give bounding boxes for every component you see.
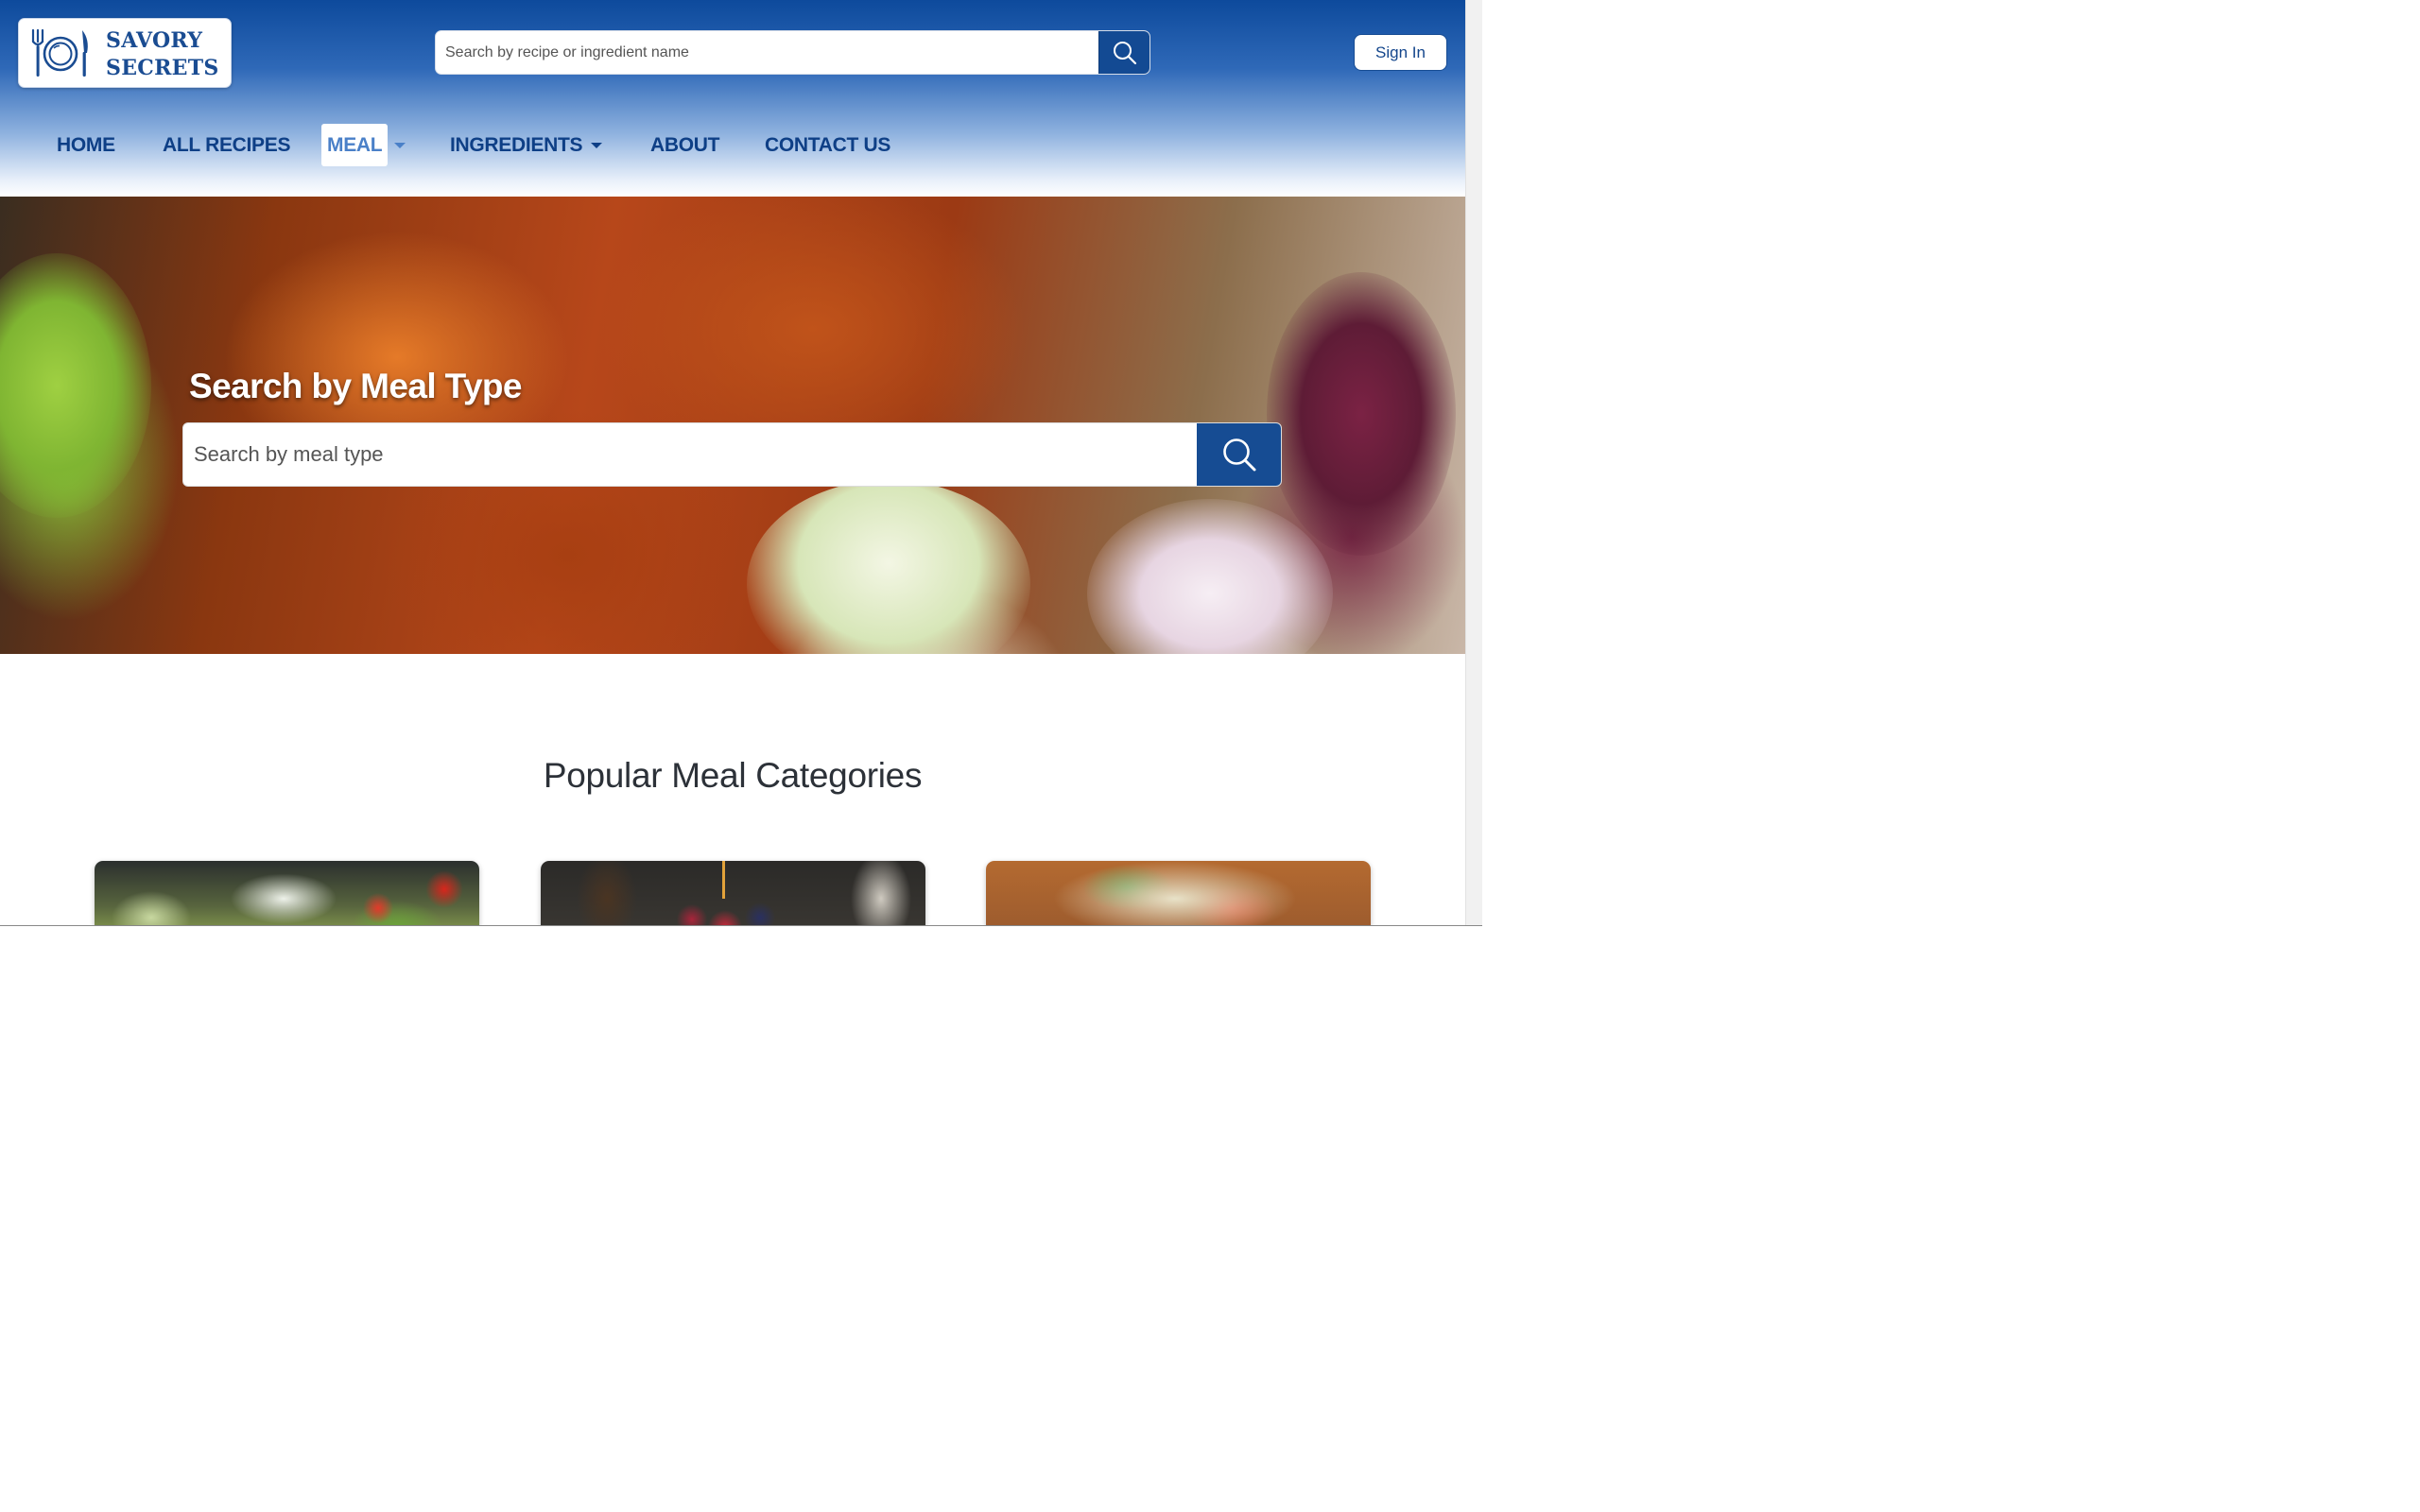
- fork-plate-knife-icon: [31, 28, 88, 77]
- header-search: [435, 30, 1150, 75]
- nav-contact-us[interactable]: CONTACT US: [765, 124, 890, 166]
- site-logo[interactable]: SAVORY SECRETS: [18, 18, 232, 88]
- chevron-down-icon: [394, 142, 406, 148]
- nav-all-recipes-label: ALL RECIPES: [163, 133, 291, 156]
- search-icon: [1113, 41, 1136, 64]
- popular-categories-title: Popular Meal Categories: [543, 756, 923, 795]
- nav-meal-label: MEAL: [321, 124, 389, 166]
- sign-in-button[interactable]: Sign In: [1354, 34, 1447, 71]
- nav-ingredients[interactable]: INGREDIENTS: [450, 124, 603, 166]
- header-search-button[interactable]: [1098, 31, 1150, 74]
- hero-title: Search by Meal Type: [189, 367, 523, 405]
- page-scrollbar[interactable]: [1465, 0, 1482, 926]
- hero-food-image: [747, 480, 1030, 654]
- brand-line-1: SAVORY: [106, 28, 203, 53]
- meal-type-search-input[interactable]: [183, 423, 1197, 486]
- nav-about[interactable]: ABOUT: [650, 124, 719, 166]
- nav-ingredients-label: INGREDIENTS: [450, 133, 583, 156]
- window-edge: [0, 925, 1482, 926]
- hero-banner: Search by Meal Type: [0, 197, 1465, 654]
- brand-line-2: SECRETS: [106, 56, 219, 80]
- page: SAVORY SECRETS Sign In HOME ALL RECIPES: [0, 0, 1482, 926]
- nav-about-label: ABOUT: [650, 133, 720, 156]
- hero-lettuce-image: [1267, 272, 1456, 556]
- hero-onion-image: [1087, 499, 1333, 654]
- category-card-dessert[interactable]: [541, 861, 925, 926]
- brand-name: SAVORY SECRETS: [106, 27, 219, 82]
- site-header: SAVORY SECRETS Sign In HOME ALL RECIPES: [0, 0, 1465, 197]
- main-nav: HOME ALL RECIPES MEAL INGREDIENTS ABOUT …: [0, 124, 945, 166]
- meal-type-search-button[interactable]: [1197, 423, 1281, 486]
- nav-home-label: HOME: [57, 133, 115, 156]
- hero-chutney-image: [0, 253, 151, 518]
- nav-home[interactable]: HOME: [57, 124, 115, 166]
- meal-type-search: [182, 422, 1282, 487]
- syrup-drizzle: [722, 861, 725, 899]
- chevron-down-icon: [591, 142, 603, 148]
- nav-all-recipes[interactable]: ALL RECIPES: [163, 124, 290, 166]
- nav-meal[interactable]: MEAL: [321, 124, 406, 166]
- category-card-main[interactable]: [986, 861, 1371, 926]
- search-icon: [1222, 438, 1255, 472]
- header-search-input[interactable]: [436, 31, 1099, 74]
- nav-contact-us-label: CONTACT US: [765, 133, 891, 156]
- category-card-salad[interactable]: [95, 861, 479, 926]
